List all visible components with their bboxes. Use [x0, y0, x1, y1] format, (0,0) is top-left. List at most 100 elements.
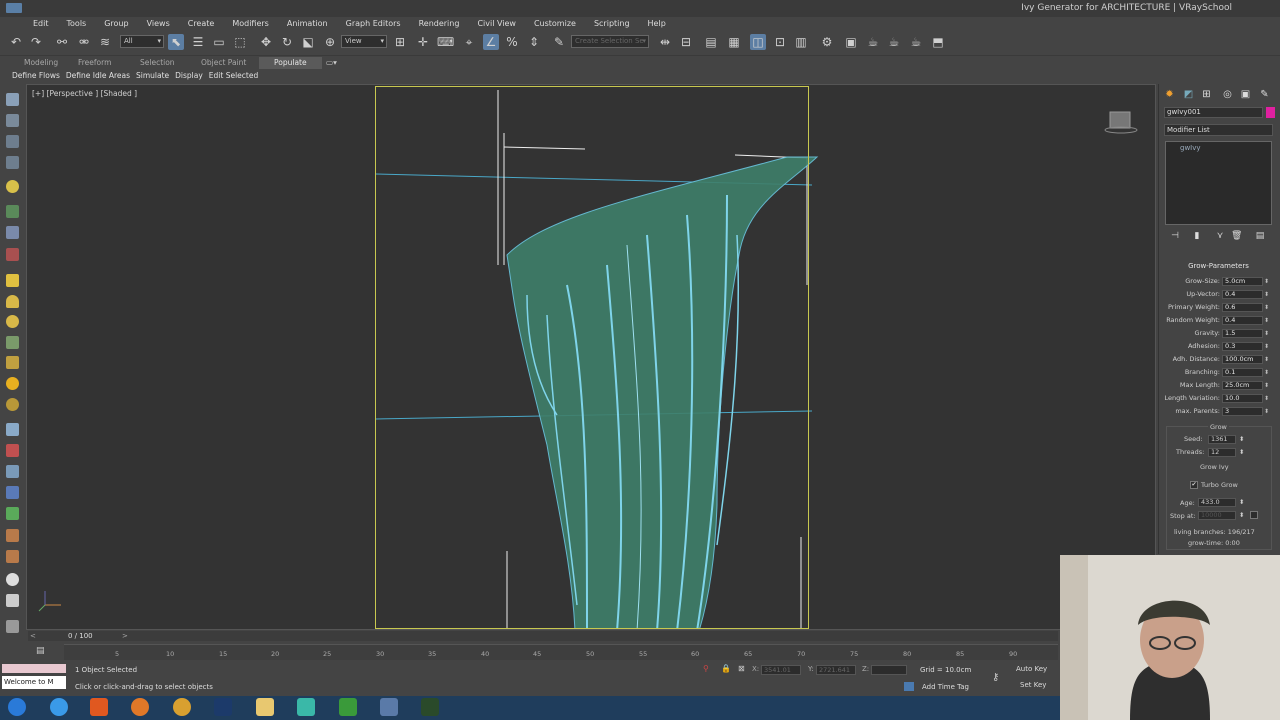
toggle-ribbon-icon[interactable]: ▦	[726, 34, 742, 50]
random-weight-field[interactable]: 0.4	[1222, 316, 1263, 325]
seed-spinner[interactable]: ⬍	[1239, 435, 1244, 443]
stack-item-gwivy[interactable]: gwIvy	[1180, 144, 1201, 152]
prev-frame-icon[interactable]: <	[30, 632, 36, 640]
asset-icon[interactable]	[6, 594, 19, 607]
up-vector-field[interactable]: 0.4	[1222, 290, 1263, 299]
max-length-field[interactable]: 25.0cm	[1222, 381, 1263, 390]
adhesion-field[interactable]: 0.3	[1222, 342, 1263, 351]
schematic-view-icon[interactable]: ⊡	[772, 34, 788, 50]
set-key-button[interactable]: Set Key	[1020, 681, 1046, 689]
angle-snap-icon[interactable]: ∠	[483, 34, 499, 50]
gravity-field[interactable]: 1.5	[1222, 329, 1263, 338]
cone-icon[interactable]	[6, 356, 19, 369]
branching-field[interactable]: 0.1	[1222, 368, 1263, 377]
bind-space-warp-icon[interactable]: ≋	[97, 34, 113, 50]
menu-customize[interactable]: Customize	[525, 17, 585, 30]
hierarchy-icon[interactable]	[6, 135, 19, 148]
mirror-icon[interactable]: ⇹	[657, 34, 673, 50]
grow-size-spinner[interactable]: ⬍	[1264, 277, 1269, 286]
material-ball-icon[interactable]	[6, 573, 19, 586]
select-scale-icon[interactable]: ⬕	[300, 34, 316, 50]
hierarchy-tab-icon[interactable]: ⊞	[1200, 88, 1213, 101]
create-tab-icon[interactable]: ✹	[1163, 88, 1176, 101]
grow-ivy-button[interactable]: Grow Ivy	[1200, 463, 1229, 471]
maxscript-welcome[interactable]: Welcome to M	[2, 676, 66, 689]
geosphere-icon[interactable]	[6, 315, 19, 328]
start-icon[interactable]	[8, 698, 26, 716]
up-vector-spinner[interactable]: ⬍	[1264, 290, 1269, 299]
unlink-icon[interactable]: ⚮	[76, 34, 92, 50]
seed-field[interactable]: 1361	[1208, 435, 1236, 444]
select-by-name-icon[interactable]: ☰	[190, 34, 206, 50]
ribbon-tab-freeform[interactable]: Freeform	[78, 57, 111, 69]
utilities-tab-icon[interactable]: ✎	[1258, 88, 1271, 101]
render-setup-icon[interactable]: ⚙	[819, 34, 835, 50]
menu-help[interactable]: Help	[639, 17, 675, 30]
modifier-stack[interactable]	[1165, 141, 1272, 225]
layer-explorer-icon[interactable]: ▤	[703, 34, 719, 50]
make-unique-icon[interactable]: ⋎	[1215, 231, 1225, 241]
recorder-icon[interactable]	[421, 698, 439, 716]
firefox-icon[interactable]	[131, 698, 149, 716]
ribbon-tab-populate[interactable]: Populate	[259, 57, 322, 69]
menu-tools[interactable]: Tools	[58, 17, 96, 30]
motion-tab-icon[interactable]: ◎	[1221, 88, 1234, 101]
lock-icon[interactable]	[6, 620, 19, 633]
media-player-icon[interactable]	[90, 698, 108, 716]
turbo-grow-checkbox[interactable]: ✔	[1190, 481, 1198, 489]
torus-icon[interactable]	[6, 398, 19, 411]
redo-icon[interactable]: ↷	[28, 34, 44, 50]
modify-tab-icon[interactable]: ◩	[1182, 88, 1195, 101]
gravity-spinner[interactable]: ⬍	[1264, 329, 1269, 338]
length-variation-field[interactable]: 10.0	[1222, 394, 1263, 403]
max-length-spinner[interactable]: ⬍	[1264, 381, 1269, 390]
time-slider[interactable]	[28, 631, 1058, 641]
menu-edit[interactable]: Edit	[24, 17, 58, 30]
menu-rendering[interactable]: Rendering	[410, 17, 469, 30]
light-icon[interactable]	[6, 180, 19, 193]
stop-at-spinner[interactable]: ⬍	[1239, 511, 1244, 519]
align-icon[interactable]: ⊟	[678, 34, 694, 50]
age-spinner[interactable]: ⬍	[1239, 498, 1244, 506]
remote-desktop-icon[interactable]	[380, 698, 398, 716]
adh-distance-field[interactable]: 100.0cm	[1222, 355, 1263, 364]
selection-filter-dropdown[interactable]: All	[120, 35, 164, 48]
reference-coordinate-dropdown[interactable]: View	[341, 35, 387, 48]
select-rotate-icon[interactable]: ↻	[279, 34, 295, 50]
menu-modifiers[interactable]: Modifiers	[223, 17, 278, 30]
menu-views[interactable]: Views	[138, 17, 179, 30]
show-end-result-icon[interactable]: ▮	[1192, 231, 1202, 241]
branching-spinner[interactable]: ⬍	[1264, 368, 1269, 377]
grow-size-field[interactable]: 5.0cm	[1222, 277, 1263, 286]
modifier-list-dropdown[interactable]: Modifier List	[1164, 124, 1273, 136]
display-button[interactable]: Display	[172, 70, 206, 82]
set-key-icon[interactable]: ⚷	[992, 672, 999, 683]
menu-graph-editors[interactable]: Graph Editors	[337, 17, 410, 30]
render-activeshade-icon[interactable]: ☕	[908, 34, 924, 50]
viewcube[interactable]	[1104, 110, 1138, 134]
select-object-icon[interactable]: ⬉	[168, 34, 184, 50]
vray-icon[interactable]	[6, 248, 19, 261]
max-parents-spinner[interactable]: ⬍	[1264, 407, 1269, 416]
stop-at-field[interactable]: 10000	[1198, 511, 1236, 520]
spinner-snap-icon[interactable]: ⇕	[526, 34, 542, 50]
ribbon-tab-object-paint[interactable]: Object Paint	[201, 57, 246, 69]
maxscript-listener-mini[interactable]	[2, 664, 66, 673]
menu-create[interactable]: Create	[179, 17, 224, 30]
rectangular-selection-icon[interactable]: ▭	[211, 34, 227, 50]
timeline-toggle-icon[interactable]: ▤	[36, 646, 45, 656]
add-time-tag-button[interactable]: Add Time Tag	[922, 683, 969, 691]
edit-named-selection-icon[interactable]: ✎	[551, 34, 567, 50]
scene-explorer-icon[interactable]	[6, 226, 19, 239]
menu-civil-view[interactable]: Civil View	[468, 17, 525, 30]
menu-scripting[interactable]: Scripting	[585, 17, 639, 30]
menu-animation[interactable]: Animation	[278, 17, 337, 30]
adhesion-spinner[interactable]: ⬍	[1264, 342, 1269, 351]
material-editor-icon[interactable]: ▥	[793, 34, 809, 50]
configure-sets-icon[interactable]: ▤	[1255, 231, 1265, 241]
ribbon-tab-selection[interactable]: Selection	[140, 57, 175, 69]
internet-explorer-icon[interactable]	[50, 698, 68, 716]
ribbon-options-icon[interactable]: ▭▾	[326, 57, 337, 69]
render-iterative-icon[interactable]: ☕	[886, 34, 902, 50]
max-parents-field[interactable]: 3	[1222, 407, 1263, 416]
